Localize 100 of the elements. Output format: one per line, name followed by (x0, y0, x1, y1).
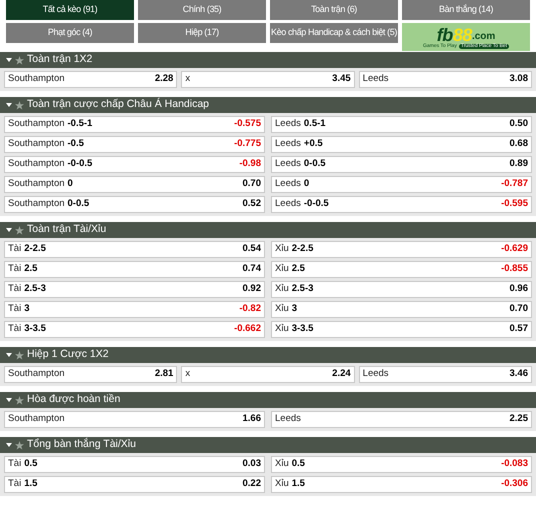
star-icon (15, 56, 24, 64)
odds-cell[interactable]: Tài 0.5 0.03 (4, 456, 265, 473)
section-header[interactable]: Toàn trận Tài/Xỉu (0, 222, 536, 238)
odds-cell[interactable]: Leeds -0-0.5 -0.595 (271, 196, 532, 213)
handicap-line: 1.5 (292, 477, 305, 492)
logo-wordmark: fb (436, 26, 453, 44)
odds-value: 3.46 (509, 367, 528, 382)
section-title: Toàn trận cược chấp Châu Á Handicap (27, 97, 210, 112)
odds-cell[interactable]: Xỉu 3-3.5 0.57 (271, 321, 532, 338)
selection-name: Leeds (362, 367, 389, 382)
caret-icon (6, 103, 12, 107)
odds-cell[interactable]: Leeds 0.5-1 0.50 (271, 116, 532, 133)
handicap-line: 0-0.5 (304, 157, 326, 172)
odds-cell[interactable]: Xỉu 1.5 -0.306 (271, 476, 532, 493)
star-icon (15, 100, 24, 110)
section-title: Hiệp 1 Cược 1X2 (27, 347, 109, 362)
odds-value: 0.96 (510, 282, 528, 296)
odds-value: -0.787 (501, 177, 528, 192)
section-header[interactable]: Tổng bàn thắng Tài/Xỉu (0, 437, 536, 453)
market-tab[interactable]: Bàn thắng (14) (402, 0, 530, 20)
odds-cell[interactable]: Xỉu 0.5 -0.083 (271, 456, 532, 473)
selection-name: Xỉu (275, 302, 289, 316)
odds-value: 2.81 (154, 367, 174, 382)
odds-value: 2.28 (154, 72, 174, 86)
odds-value: -0.306 (501, 477, 528, 492)
odds-cell[interactable]: Southampton -0.5-1 -0.575 (4, 116, 265, 133)
star-icon (15, 226, 24, 234)
odds-cell[interactable]: x 2.24 (181, 366, 355, 383)
selection-name: Southampton (8, 157, 65, 172)
handicap-line: -0.5-1 (68, 117, 92, 132)
odds-cell[interactable]: Southampton 0-0.5 0.52 (4, 196, 265, 213)
selection-name: Tài (8, 302, 22, 316)
market-tab[interactable]: Chính (35) (138, 0, 266, 20)
handicap-line: 0.5 (24, 457, 38, 472)
odds-value: 0.54 (242, 242, 261, 256)
selection-name: Leeds (275, 157, 301, 172)
selection-name: Tài (8, 477, 22, 492)
market-tab[interactable]: Toàn trận (6) (270, 0, 398, 20)
odds-cell[interactable]: Xỉu 3 0.70 (271, 301, 532, 318)
odds-value: -0.629 (501, 242, 528, 256)
market-tab[interactable]: Phạt góc (4) (6, 23, 134, 43)
odds-value: 2.25 (510, 412, 528, 426)
odds-cell[interactable]: Tài 3-3.5 -0.662 (4, 321, 265, 338)
odds-value: -0.82 (239, 302, 261, 316)
selection-name: Southampton (8, 197, 65, 212)
logo-number: 88 (452, 26, 472, 44)
odds-value: 0.52 (242, 197, 261, 212)
handicap-line: 3 (24, 302, 30, 316)
odds-cell[interactable]: Leeds +0.5 0.68 (271, 136, 532, 153)
section-header[interactable]: Toàn trận cược chấp Châu Á Handicap (0, 97, 536, 113)
handicap-line: 1.5 (24, 477, 38, 492)
odds-cell[interactable]: Southampton -0.5 -0.775 (4, 136, 265, 153)
odds-cell[interactable]: Tài 2-2.5 0.54 (4, 241, 265, 258)
handicap-line: -0-0.5 (68, 157, 92, 172)
odds-cell[interactable]: Tài 2.5 0.74 (4, 261, 265, 278)
odds-cell[interactable]: Xỉu 2.5 -0.855 (271, 261, 532, 278)
section-title: Toàn trận Tài/Xỉu (27, 222, 106, 238)
selection-name: Tài (8, 282, 22, 296)
odds-cell[interactable]: Southampton 2.28 (4, 71, 178, 88)
odds-cell[interactable]: Leeds 0 -0.787 (271, 176, 532, 193)
selection-name: Leeds (275, 117, 301, 132)
odds-cell[interactable]: Tài 2.5-3 0.92 (4, 281, 265, 298)
odds-value: 0.70 (510, 302, 528, 316)
odds-cell[interactable]: Tài 3 -0.82 (4, 301, 265, 318)
odds-value: 0.70 (242, 177, 261, 192)
odds-cell[interactable]: Tài 1.5 0.22 (4, 476, 265, 493)
odds-cell[interactable]: Leeds 3.46 (358, 366, 532, 383)
odds-cell[interactable]: x 3.45 (181, 71, 355, 88)
odds-cell[interactable]: Leeds 0-0.5 0.89 (271, 156, 532, 173)
odds-cell[interactable]: Xỉu 2-2.5 -0.629 (271, 241, 532, 258)
market-tab[interactable]: Kèo chấp Handicap & cách biệt (5) (270, 23, 398, 43)
odds-value: 3.08 (509, 72, 528, 86)
odds-value: -0.855 (501, 262, 528, 276)
selection-name: Leeds (362, 72, 389, 86)
odds-cell[interactable]: Leeds 2.25 (271, 411, 532, 428)
odds-cell[interactable]: Southampton 0 0.70 (4, 176, 265, 193)
section-title: Tổng bàn thắng Tài/Xỉu (27, 437, 136, 452)
selection-name: Xỉu (275, 322, 289, 336)
handicap-line: +0.5 (304, 137, 323, 152)
odds-cell[interactable]: Southampton 1.66 (4, 411, 265, 428)
odds-value: 3.45 (332, 72, 351, 86)
odds-value: -0.575 (234, 117, 261, 132)
selection-name: x (185, 367, 190, 382)
market-tab[interactable]: Hiệp (17) (138, 23, 266, 43)
market-tab[interactable]: Tất cả kèo (91) (6, 0, 134, 20)
odds-value: 0.50 (510, 117, 528, 132)
section-header[interactable]: Hiệp 1 Cược 1X2 (0, 347, 536, 363)
section-header[interactable]: Hòa được hoàn tiền (0, 392, 536, 408)
odds-value: 0.74 (242, 262, 261, 276)
odds-cell[interactable]: Leeds 3.08 (358, 71, 532, 88)
selection-name: Tài (8, 242, 22, 256)
selection-name: Southampton (8, 412, 65, 426)
odds-value: 1.66 (242, 412, 261, 426)
selection-name: Tài (8, 322, 22, 336)
odds-cell[interactable]: Southampton 2.81 (4, 366, 178, 383)
odds-cell[interactable]: Southampton -0-0.5 -0.98 (4, 156, 265, 173)
odds-cell[interactable]: Xỉu 2.5-3 0.96 (271, 281, 532, 298)
section-header[interactable]: Toàn trận 1X2 (0, 52, 536, 68)
odds-value: 0.68 (510, 137, 528, 152)
section-title: Toàn trận 1X2 (27, 52, 92, 68)
